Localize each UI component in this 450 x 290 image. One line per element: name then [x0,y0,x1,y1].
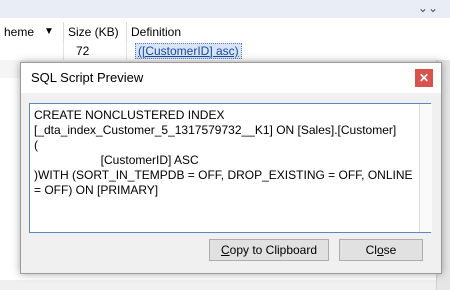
sql-line: )WITH (SORT_IN_TEMPDB = OFF, DROP_EXISTI… [34,168,413,182]
sql-script-preview-dialog: SQL Script Preview ✕ CREATE NONCLUSTERED… [20,62,442,274]
column-header-scheme[interactable]: heme ▼ [0,22,64,42]
dialog-title: SQL Script Preview [31,70,144,85]
sql-line: [CustomerID] ASC [34,153,199,167]
close-button[interactable]: Close [339,239,423,261]
sql-script-textbox[interactable]: CREATE NONCLUSTERED INDEX [_dta_index_Cu… [29,103,431,233]
copy-to-clipboard-button[interactable]: Copy to Clipboard [209,239,329,261]
column-header-definition[interactable]: Definition [127,22,450,42]
textbox-scrollbar[interactable] [419,104,432,232]
double-chevron-down-icon[interactable]: ⌄⌄ [418,1,438,15]
grid-header: heme ▼ Size (KB) Definition [0,22,450,43]
definition-link[interactable]: ([CustomerID] asc) [135,43,242,59]
sql-line: ( [34,138,38,152]
close-icon[interactable]: ✕ [415,69,433,87]
table-row[interactable]: 72 ([CustomerID] asc) [0,42,450,60]
background-toolbar: ⌄⌄ [0,0,450,19]
sql-line: = OFF) ON [PRIMARY] [34,183,159,197]
table-cell-scheme [0,42,64,60]
sql-line: CREATE NONCLUSTERED INDEX [34,108,225,122]
dialog-titlebar[interactable]: SQL Script Preview ✕ [21,63,441,93]
table-cell-size: 72 [64,42,127,60]
table-cell-definition[interactable]: ([CustomerID] asc) [127,42,450,60]
sql-line: [_dta_index_Customer_5_1317579732__K1] O… [34,123,397,137]
column-header-size[interactable]: Size (KB) [64,22,127,42]
dropdown-arrow-icon[interactable]: ▼ [44,22,54,42]
